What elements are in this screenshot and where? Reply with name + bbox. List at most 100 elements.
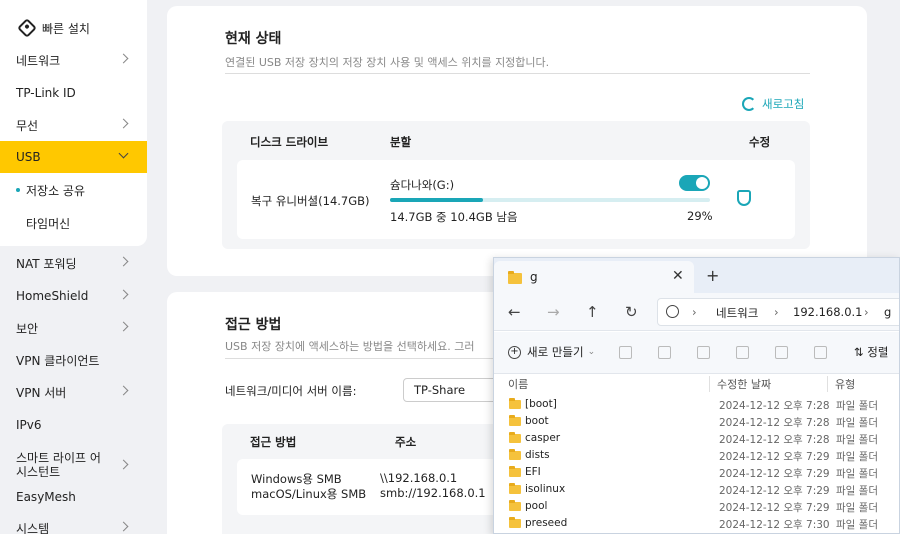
file-type: 파일 폴더 [836,502,878,514]
sidebar-item-14[interactable]: 시스템 [0,512,147,534]
close-icon[interactable]: ✕ [672,268,684,284]
refresh-button[interactable]: 새로고침 [742,96,804,112]
col-type[interactable]: 유형 [835,376,855,392]
sidebar-item-8[interactable]: 보안 [0,312,147,344]
breadcrumb-share[interactable]: g [884,305,891,319]
col-name[interactable]: 이름 [508,376,528,392]
network-icon [666,305,679,318]
col-method: 접근 방법 [250,435,297,449]
file-date: 2024-12-12 오후 7:28 [719,434,830,446]
list-item[interactable]: preseed 2024-12-12 오후 7:30 파일 폴더 [494,516,899,533]
new-tab-button[interactable]: + [706,266,719,285]
sidebar-item-13[interactable]: EasyMesh [0,481,147,513]
cut-icon[interactable] [619,346,632,359]
sidebar-item-label: 스마트 라이프 어시스턴트 [16,451,101,479]
sidebar-item-2[interactable]: 무선 [0,109,147,141]
explorer-tabbar: g ✕ + [494,258,899,293]
file-explorer-window: g ✕ + ← → ↑ ↻ › 네트워크 › 192.168.0.1 › g +… [493,257,900,534]
sidebar-item-10[interactable]: VPN 서버 [0,376,147,408]
chevron-right-icon [118,321,129,332]
sidebar-item-11[interactable]: IPv6 [0,409,147,441]
col-drive: 디스크 드라이브 [250,135,329,149]
file-date: 2024-12-12 오후 7:28 [719,417,830,429]
file-name: isolinux [525,483,566,495]
folder-icon [508,271,522,284]
status-description: 연결된 USB 저장 장치의 저장 장치 사용 및 액세스 위치를 지정합니다. [225,56,550,69]
sidebar-item-label: USB [16,150,41,164]
sidebar-item-label: NAT 포워딩 [16,256,77,271]
file-date: 2024-12-12 오후 7:29 [719,468,830,480]
explorer-navbar: ← → ↑ ↻ › 네트워크 › 192.168.0.1 › g [494,293,899,331]
file-type: 파일 폴더 [836,417,878,429]
file-name: dists [525,449,550,461]
breadcrumb-host[interactable]: 192.168.0.1 [793,305,863,319]
list-item[interactable]: boot 2024-12-12 오후 7:28 파일 폴더 [494,414,899,431]
sidebar-item-12[interactable]: 스마트 라이프 어시스턴트 [0,445,147,485]
chevron-right-icon: › [692,305,697,319]
chevron-right-icon [118,459,129,470]
file-type: 파일 폴더 [836,400,878,412]
col-partition: 분할 [390,135,412,149]
sidebar-item-label: 타임머신 [26,216,71,231]
plus-icon: + [508,345,521,359]
sidebar-item-9[interactable]: VPN 클라이언트 [0,344,147,376]
back-icon[interactable]: ← [508,303,521,321]
sidebar-item-3[interactable]: USB [0,141,147,173]
file-type: 파일 폴더 [836,451,878,463]
sidebar-item-label: 무선 [16,118,39,133]
list-item[interactable]: isolinux 2024-12-12 오후 7:29 파일 폴더 [494,482,899,499]
partition-name: 슘다나와(G:) [390,178,455,192]
sidebar-item-0[interactable]: 네트워크 [0,44,147,76]
column-separator [827,376,828,392]
server-name-label: 네트워크/미디어 서버 이름: [225,384,357,398]
forward-icon[interactable]: → [547,303,560,321]
file-name: [boot] [525,398,557,410]
status-title: 현재 상태 [225,31,282,47]
sidebar-item-label: 시스템 [16,521,50,534]
partition-toggle[interactable] [679,175,710,191]
sort-label: 정렬 [867,345,889,359]
list-item[interactable]: casper 2024-12-12 오후 7:28 파일 폴더 [494,431,899,448]
folder-icon [509,466,521,477]
usage-text: 14.7GB 중 10.4GB 남음 [390,210,518,224]
sidebar-item-7[interactable]: HomeShield [0,280,147,312]
folder-icon [509,398,521,409]
quick-setup-button[interactable]: 빠른 설치 [0,12,147,44]
file-date: 2024-12-12 오후 7:29 [719,502,830,514]
paste-icon[interactable] [697,346,710,359]
refresh-icon[interactable]: ↻ [625,303,638,321]
method-mac: macOS/Linux용 SMB [251,487,367,501]
up-icon[interactable]: ↑ [586,303,599,321]
col-address: 주소 [395,435,417,449]
list-item[interactable]: [boot] 2024-12-12 오후 7:28 파일 폴더 [494,397,899,414]
breadcrumb-network[interactable]: 네트워크 [716,305,758,321]
new-button[interactable]: + 새로 만들기 ⌄ [508,344,595,360]
address-bar[interactable]: › 네트워크 › 192.168.0.1 › g [657,298,899,326]
sidebar-item-6[interactable]: NAT 포워딩 [0,247,147,279]
sidebar-item-5[interactable]: 타임머신 [0,207,147,239]
copy-icon[interactable] [658,346,671,359]
rename-icon[interactable] [736,346,749,359]
sidebar-item-label: 네트워크 [16,53,61,68]
access-description: USB 저장 장치에 액세스하는 방법을 선택하세요. 그러 [225,340,475,353]
col-modified[interactable]: 수정한 날짜 [717,376,771,392]
explorer-tab[interactable]: g ✕ [494,261,694,293]
list-item[interactable]: pool 2024-12-12 오후 7:29 파일 폴더 [494,499,899,516]
sort-button[interactable]: ⇅ 정렬 [854,344,888,360]
sidebar-item-4[interactable]: 저장소 공유 [0,174,147,206]
list-item[interactable]: EFI 2024-12-12 오후 7:29 파일 폴더 [494,465,899,482]
share-icon[interactable] [775,346,788,359]
sidebar-item-1[interactable]: TP-Link ID [0,77,147,109]
folder-icon [509,500,521,511]
file-type: 파일 폴더 [836,468,878,480]
delete-icon[interactable] [814,346,827,359]
chevron-right-icon [118,289,129,300]
table-row: 복구 유니버셜(14.7GB) 슘다나와(G:) 14.7GB 중 10.4GB… [237,160,795,239]
shield-icon[interactable] [737,190,751,206]
sidebar-item-label: IPv6 [16,418,42,432]
access-title: 접근 방법 [225,317,282,333]
file-date: 2024-12-12 오후 7:30 [719,519,830,531]
list-item[interactable]: dists 2024-12-12 오후 7:29 파일 폴더 [494,448,899,465]
file-date: 2024-12-12 오후 7:28 [719,400,830,412]
file-name: pool [525,500,548,512]
